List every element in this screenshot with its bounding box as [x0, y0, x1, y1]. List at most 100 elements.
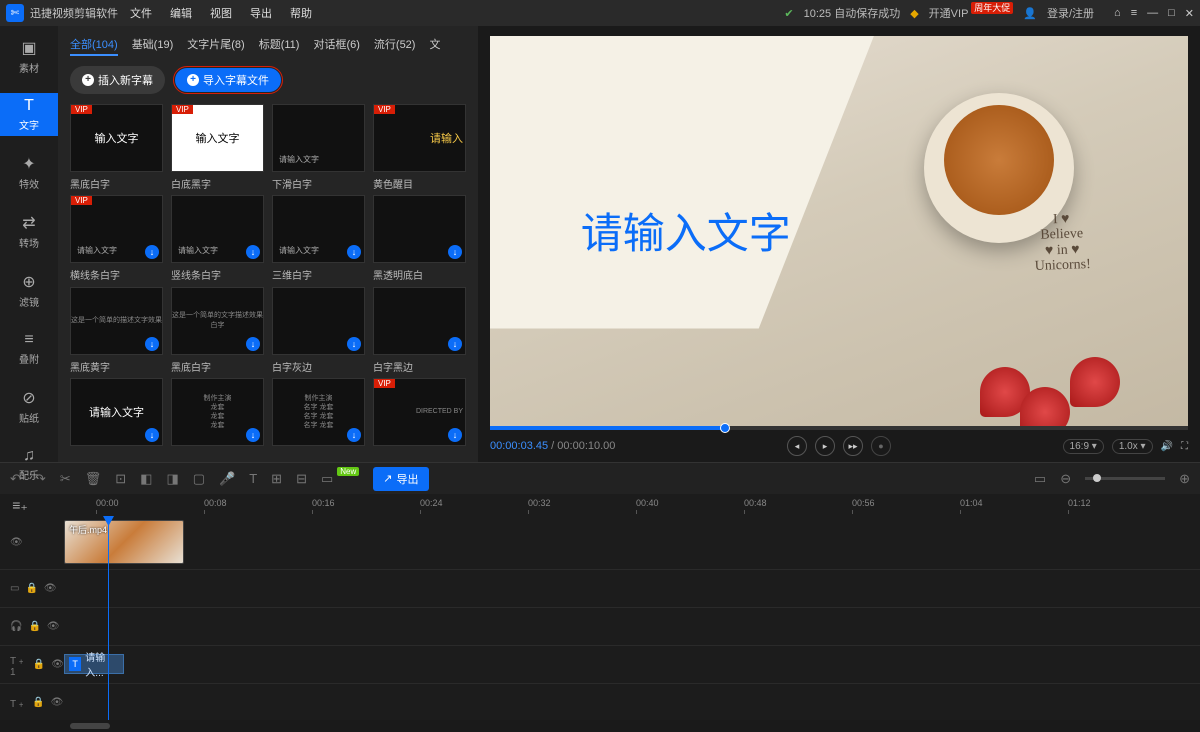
- add-track-button[interactable]: ≡₊: [8, 494, 32, 516]
- download-icon[interactable]: ↓: [448, 245, 462, 259]
- sidebar-item-滤镜[interactable]: ⊕滤镜: [0, 268, 58, 313]
- zoom-out-icon[interactable]: ⊖: [1060, 471, 1071, 487]
- text-preset[interactable]: VIP输入文字黑底白字: [70, 104, 163, 191]
- undo-icon[interactable]: ↶: [10, 471, 21, 487]
- download-icon[interactable]: ↓: [347, 428, 361, 442]
- preview-viewport[interactable]: I ♥Believe♥ in ♥Unicorns! 请输入文字: [490, 36, 1188, 426]
- visibility-icon[interactable]: 👁: [47, 621, 60, 632]
- minimize-icon[interactable]: —: [1147, 7, 1158, 20]
- aspect-ratio-selector[interactable]: 16:9 ▾: [1063, 439, 1104, 454]
- text-preset[interactable]: VIP输入文字白底黑字: [171, 104, 264, 191]
- visibility-icon[interactable]: 👁: [44, 583, 57, 594]
- tool-icon[interactable]: ◧: [140, 471, 152, 487]
- next-frame-button[interactable]: ▸▸: [843, 436, 863, 456]
- lock-icon[interactable]: 🔒: [28, 621, 40, 632]
- audio-track[interactable]: 🎧🔒👁: [0, 608, 1200, 646]
- play-button[interactable]: ▸: [815, 436, 835, 456]
- tool-icon[interactable]: ⊟: [296, 471, 307, 487]
- visibility-icon[interactable]: 👁: [51, 659, 64, 670]
- download-icon[interactable]: ↓: [246, 245, 260, 259]
- menu-item[interactable]: 视图: [210, 5, 232, 21]
- visibility-icon[interactable]: 👁: [51, 697, 64, 708]
- sidebar-item-特效[interactable]: ✦特效: [0, 150, 58, 195]
- lock-icon[interactable]: 🔒: [25, 583, 37, 594]
- download-icon[interactable]: ↓: [145, 245, 159, 259]
- text-preset[interactable]: 请输入文字↓: [70, 378, 163, 450]
- text-preset[interactable]: 请输入文字下滑白字: [272, 104, 365, 191]
- horizontal-scrollbar[interactable]: [0, 720, 1200, 732]
- category-tab[interactable]: 基础(19): [132, 36, 174, 56]
- text-preset[interactable]: VIP请输入文字↓横线条白字: [70, 195, 163, 282]
- text-tool-icon[interactable]: T: [249, 471, 257, 486]
- category-tab[interactable]: 对话框(6): [313, 36, 359, 56]
- preview-text-overlay[interactable]: 请输入文字: [581, 200, 791, 261]
- text-preset[interactable]: ↓白字黑边: [373, 287, 466, 374]
- tool-icon[interactable]: ▭: [321, 471, 333, 487]
- download-icon[interactable]: ↓: [246, 428, 260, 442]
- time-ruler[interactable]: 00:0000:0800:1600:2400:3200:4000:4800:56…: [96, 494, 1200, 516]
- import-subtitle-button[interactable]: + 导入字幕文件: [175, 68, 281, 92]
- text-preset[interactable]: ↓黑透明底白: [373, 195, 466, 282]
- home-icon[interactable]: ⌂: [1114, 7, 1121, 20]
- video-clip[interactable]: 午后.mp4: [64, 520, 184, 564]
- close-icon[interactable]: ✕: [1185, 7, 1194, 20]
- lock-icon[interactable]: 🔒: [32, 697, 44, 708]
- download-icon[interactable]: ↓: [246, 337, 260, 351]
- sidebar-item-配乐[interactable]: ♫配乐: [0, 443, 58, 486]
- login-link[interactable]: 登录/注册: [1047, 5, 1094, 21]
- menu-item[interactable]: 导出: [250, 5, 272, 21]
- text-preset[interactable]: 请输入文字↓三维白字: [272, 195, 365, 282]
- visibility-icon[interactable]: 👁: [10, 537, 23, 548]
- fit-icon[interactable]: ▭: [1034, 471, 1046, 487]
- download-icon[interactable]: ↓: [448, 337, 462, 351]
- download-icon[interactable]: ↓: [448, 428, 462, 442]
- open-vip-link[interactable]: 开通VIP: [929, 8, 969, 20]
- sidebar-item-转场[interactable]: ⇄转场: [0, 209, 58, 254]
- menu-item[interactable]: 文件: [130, 5, 152, 21]
- sidebar-item-文字[interactable]: T文字: [0, 93, 58, 136]
- category-tab[interactable]: 文: [429, 36, 440, 56]
- sidebar-item-叠附[interactable]: ≡叠附: [0, 327, 58, 370]
- delete-icon[interactable]: 🗑: [85, 471, 102, 487]
- download-icon[interactable]: ↓: [347, 245, 361, 259]
- tool-icon[interactable]: ◨: [166, 471, 178, 487]
- sidebar-item-素材[interactable]: ▣素材: [0, 34, 58, 79]
- zoom-in-icon[interactable]: ⊕: [1179, 471, 1190, 487]
- preview-progress[interactable]: [490, 426, 1188, 430]
- category-tab[interactable]: 标题(11): [259, 36, 300, 56]
- video-track[interactable]: 👁 午后.mp4: [0, 516, 1200, 570]
- mic-icon[interactable]: 🎤: [219, 471, 235, 487]
- category-tab[interactable]: 全部(104): [70, 36, 118, 56]
- text-clip[interactable]: T 请输入...: [64, 654, 124, 674]
- fullscreen-icon[interactable]: ⛶: [1181, 441, 1188, 452]
- sidebar-item-贴纸[interactable]: ⊘贴纸: [0, 384, 58, 429]
- category-tab[interactable]: 流行(52): [374, 36, 416, 56]
- menu-item[interactable]: 帮助: [290, 5, 312, 21]
- record-button[interactable]: ●: [871, 436, 891, 456]
- redo-icon[interactable]: ↷: [35, 471, 46, 487]
- volume-icon[interactable]: 🔊: [1161, 441, 1173, 452]
- tool-icon[interactable]: ⊞: [271, 471, 282, 487]
- insert-subtitle-button[interactable]: + 插入新字幕: [70, 66, 165, 94]
- menu-icon[interactable]: ≡: [1131, 7, 1137, 20]
- speed-selector[interactable]: 1.0x ▾: [1112, 439, 1153, 454]
- text-preset[interactable]: 这是一个简单的文字描述效果白字↓黑底白字: [171, 287, 264, 374]
- zoom-slider[interactable]: [1085, 477, 1165, 480]
- category-tab[interactable]: 文字片尾(8): [187, 36, 244, 56]
- text-preset[interactable]: 这是一个简单的描述文字效果↓黑底黄字: [70, 287, 163, 374]
- download-icon[interactable]: ↓: [145, 428, 159, 442]
- maximize-icon[interactable]: □: [1168, 7, 1175, 20]
- text-preset[interactable]: VIPDIRECTED BY↓: [373, 378, 466, 450]
- text-track[interactable]: T﹢1🔒👁 T 请输入...: [0, 646, 1200, 684]
- text-preset[interactable]: VIP请输入黄色醒目: [373, 104, 466, 191]
- download-icon[interactable]: ↓: [347, 337, 361, 351]
- lock-icon[interactable]: 🔒: [33, 659, 45, 670]
- text-track-2[interactable]: T﹢🔒👁: [0, 684, 1200, 720]
- tool-icon[interactable]: ▢: [193, 471, 205, 487]
- text-preset[interactable]: 请输入文字↓竖线条白字: [171, 195, 264, 282]
- export-button[interactable]: ↗ 导出: [373, 467, 428, 491]
- text-preset[interactable]: 制作主演名字 龙套名字 龙套名字 龙套↓: [272, 378, 365, 450]
- split-icon[interactable]: ✂: [60, 471, 71, 487]
- menu-item[interactable]: 编辑: [170, 5, 192, 21]
- text-preset[interactable]: ↓白字灰边: [272, 287, 365, 374]
